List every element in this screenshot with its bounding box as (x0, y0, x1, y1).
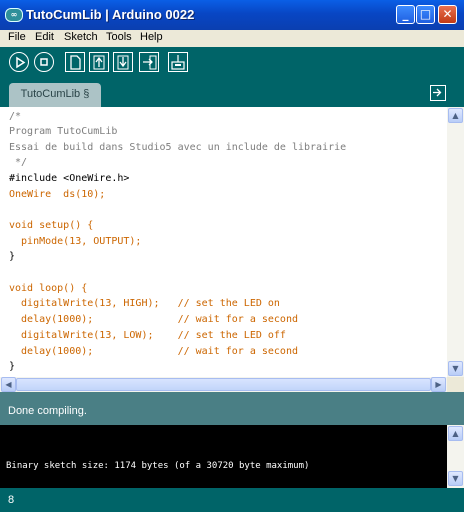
code-line: */ (9, 157, 28, 168)
arrow-up-icon: ▲ (452, 111, 459, 120)
title-bar[interactable]: ∞ TutoCumLib | Arduino 0022 _ □ ✕ (0, 0, 464, 30)
status-bar: Done compiling. (0, 392, 464, 425)
code-editor[interactable]: /* Program TutoCumLib Essai de build dan… (0, 107, 447, 377)
tab-menu-button[interactable] (430, 85, 446, 101)
code-line: delay(1000); // wait for a second (9, 314, 298, 325)
console-scroll-down-button[interactable]: ▼ (448, 471, 463, 486)
new-file-icon (70, 55, 81, 70)
arrow-up-icon: ▲ (452, 429, 459, 438)
console-scroll-up-button[interactable]: ▲ (448, 426, 463, 441)
minimize-button[interactable]: _ (396, 5, 415, 24)
menu-file[interactable]: File (8, 31, 26, 43)
upload-icon (143, 55, 157, 70)
menu-help[interactable]: Help (140, 31, 163, 43)
scroll-right-button[interactable]: ▶ (431, 377, 446, 392)
arrow-down-icon: ▼ (452, 364, 459, 373)
open-button[interactable] (89, 52, 109, 72)
maximize-icon: □ (419, 7, 432, 21)
code-line: /* (9, 111, 22, 122)
menu-sketch[interactable]: Sketch (64, 31, 98, 43)
code-line: } (9, 361, 16, 372)
scroll-left-button[interactable]: ◀ (1, 377, 16, 392)
code-line: OneWire ds(10); (9, 189, 106, 200)
menu-edit[interactable]: Edit (35, 31, 54, 43)
code-line: delay(1000); // wait for a second (9, 346, 298, 357)
arrow-down-icon: ▼ (452, 474, 459, 483)
console-vertical-scrollbar[interactable]: ▲ ▼ (447, 425, 464, 488)
serial-monitor-button[interactable] (168, 52, 188, 72)
console-line: Binary sketch size: 1174 bytes (of a 307… (6, 461, 310, 471)
arduino-icon: ∞ (5, 8, 23, 22)
arrow-left-icon: ◀ (5, 380, 12, 389)
close-icon: ✕ (442, 7, 453, 21)
console-output[interactable]: Binary sketch size: 1174 bytes (of a 307… (0, 425, 447, 488)
line-number: 8 (8, 494, 15, 506)
editor-horizontal-scrollbar[interactable]: ◀ ▶ (0, 377, 447, 392)
tab-strip: TutoCumLib § (0, 79, 464, 107)
status-message: Done compiling. (8, 405, 87, 417)
open-icon (93, 55, 105, 70)
code-line: } (9, 251, 16, 262)
verify-icon (16, 56, 26, 69)
save-icon (117, 55, 129, 70)
window-title: TutoCumLib | Arduino 0022 (26, 7, 195, 22)
scroll-down-button[interactable]: ▼ (448, 361, 463, 376)
code-line: digitalWrite(13, HIGH); // set the LED o… (9, 298, 280, 309)
toolbar (0, 47, 464, 79)
serial-monitor-icon (171, 55, 185, 70)
code-line: #include <OneWire.h> (9, 173, 130, 184)
code-line: void loop() { (9, 283, 88, 294)
menu-bar: File Edit Sketch Tools Help (0, 30, 464, 47)
save-button[interactable] (113, 52, 133, 72)
scroll-up-button[interactable]: ▲ (448, 108, 463, 123)
code-line: void setup() { (9, 220, 94, 231)
menu-tools[interactable]: Tools (106, 31, 132, 43)
tab-tutocumlib[interactable]: TutoCumLib § (9, 83, 101, 107)
maximize-button[interactable]: □ (416, 5, 435, 24)
stop-button[interactable] (34, 52, 54, 72)
verify-button[interactable] (9, 52, 29, 72)
minimize-icon: _ (402, 7, 409, 21)
code-line: Essai de build dans Studio5 avec un incl… (9, 142, 347, 153)
footer-bar: 8 (0, 488, 464, 512)
arrow-right-icon (433, 88, 442, 97)
new-button[interactable] (65, 52, 85, 72)
editor-vertical-scrollbar[interactable]: ▲ ▼ (447, 107, 464, 377)
stop-icon (40, 58, 48, 66)
code-line: Program TutoCumLib (9, 126, 118, 137)
code-line: digitalWrite(13, LOW); // set the LED of… (9, 330, 286, 341)
horizontal-scroll-thumb[interactable] (16, 378, 431, 391)
close-button[interactable]: ✕ (438, 5, 457, 24)
code-line: pinMode(13, OUTPUT); (9, 236, 142, 247)
upload-button[interactable] (139, 52, 159, 72)
arrow-right-icon: ▶ (435, 380, 442, 389)
scrollbar-corner (447, 377, 464, 392)
